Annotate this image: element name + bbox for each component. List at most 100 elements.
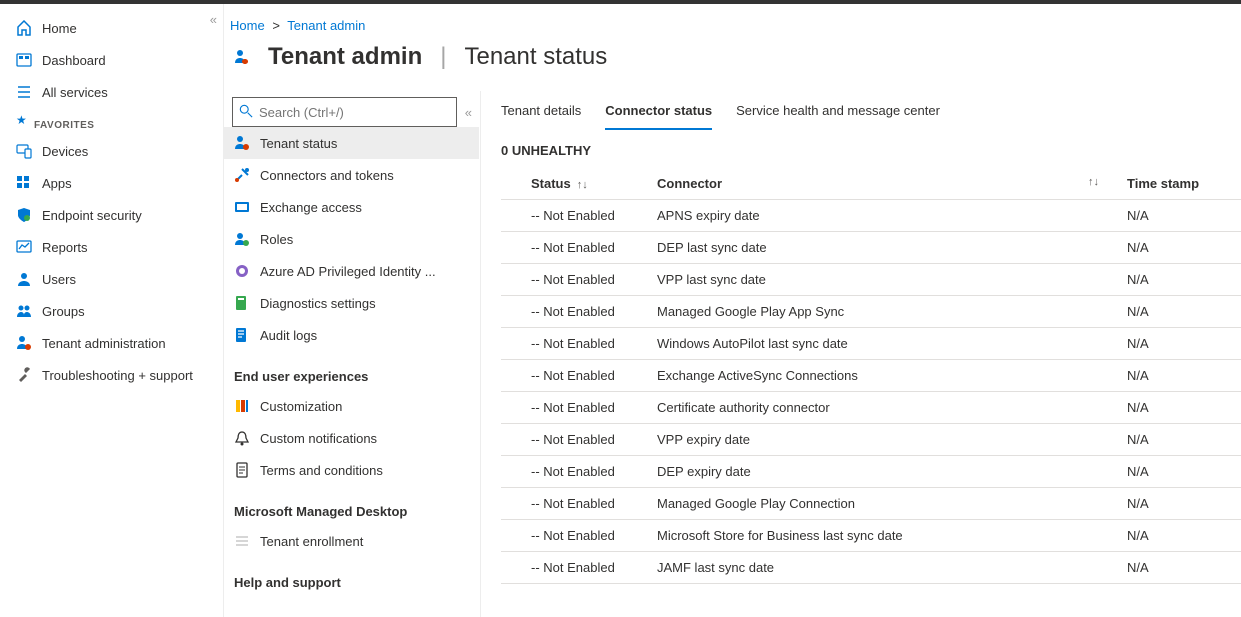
- left-nav: « Home Dashboard All services ★ FAVORITE…: [0, 4, 224, 617]
- dashboard-icon: [16, 52, 32, 68]
- cell-status: -- Not Enabled: [501, 360, 651, 392]
- nav-troubleshooting[interactable]: Troubleshooting + support: [0, 359, 223, 391]
- page-subtitle: Tenant status: [464, 43, 607, 71]
- cell-connector: Managed Google Play Connection: [651, 488, 1121, 520]
- cell-connector: VPP last sync date: [651, 264, 1121, 296]
- page-title: Tenant admin: [268, 43, 422, 71]
- subnav-custom-notifications[interactable]: Custom notifications: [224, 422, 479, 454]
- tab-connector-status[interactable]: Connector status: [605, 97, 712, 130]
- terms-icon: [234, 462, 250, 478]
- content-area: Tenant details Connector status Service …: [481, 91, 1241, 617]
- title-pipe: |: [434, 43, 452, 71]
- nav-tenant-admin[interactable]: Tenant administration: [0, 327, 223, 359]
- sort-icon: ↑↓: [571, 179, 588, 191]
- nav-users[interactable]: Users: [0, 263, 223, 295]
- table-row[interactable]: -- Not EnabledJAMF last sync dateN/A: [501, 552, 1241, 584]
- cell-connector: Windows AutoPilot last sync date: [651, 328, 1121, 360]
- table-row[interactable]: -- Not EnabledVPP expiry dateN/A: [501, 424, 1241, 456]
- cell-status: -- Not Enabled: [501, 456, 651, 488]
- nav-dashboard[interactable]: Dashboard: [0, 44, 223, 76]
- cell-timestamp: N/A: [1121, 552, 1241, 584]
- subnav-azure-pim[interactable]: Azure AD Privileged Identity ...: [224, 255, 479, 287]
- cell-timestamp: N/A: [1121, 264, 1241, 296]
- nav-label: Reports: [42, 240, 88, 255]
- wrench-icon: [16, 367, 32, 383]
- cell-timestamp: N/A: [1121, 328, 1241, 360]
- subnav-audit-logs[interactable]: Audit logs: [224, 319, 479, 351]
- cell-timestamp: N/A: [1121, 488, 1241, 520]
- tab-tenant-details[interactable]: Tenant details: [501, 97, 581, 130]
- nav-label: Users: [42, 272, 76, 287]
- sort-icon: ↑↓: [1082, 176, 1115, 188]
- table-row[interactable]: -- Not EnabledAPNS expiry dateN/A: [501, 200, 1241, 232]
- table-row[interactable]: -- Not EnabledManaged Google Play App Sy…: [501, 296, 1241, 328]
- cell-connector: DEP last sync date: [651, 232, 1121, 264]
- cell-connector: VPP expiry date: [651, 424, 1121, 456]
- tab-service-health[interactable]: Service health and message center: [736, 97, 940, 130]
- nav-apps[interactable]: Apps: [0, 167, 223, 199]
- subnav-terms[interactable]: Terms and conditions: [224, 454, 479, 486]
- nav-endpoint-security[interactable]: Endpoint security: [0, 199, 223, 231]
- nav-label: Endpoint security: [42, 208, 142, 223]
- nav-home[interactable]: Home: [0, 12, 223, 44]
- cell-timestamp: N/A: [1121, 424, 1241, 456]
- subnav-tenant-status[interactable]: Tenant status: [224, 127, 479, 159]
- subnav-label: Customization: [260, 399, 342, 414]
- subnav-label: Custom notifications: [260, 431, 377, 446]
- table-row[interactable]: -- Not EnabledMicrosoft Store for Busine…: [501, 520, 1241, 552]
- th-connector[interactable]: Connector ↑↓: [651, 168, 1121, 200]
- table-row[interactable]: -- Not EnabledDEP last sync dateN/A: [501, 232, 1241, 264]
- exchange-icon: [234, 199, 250, 215]
- cell-timestamp: N/A: [1121, 200, 1241, 232]
- search-input[interactable]: [259, 105, 450, 120]
- subnav-customization[interactable]: Customization: [224, 390, 479, 422]
- subnav-label: Azure AD Privileged Identity ...: [260, 264, 436, 279]
- table-row[interactable]: -- Not EnabledDEP expiry dateN/A: [501, 456, 1241, 488]
- audit-logs-icon: [234, 327, 250, 343]
- subnav-connectors[interactable]: Connectors and tokens: [224, 159, 479, 191]
- subnav-exchange[interactable]: Exchange access: [224, 191, 479, 223]
- nav-reports[interactable]: Reports: [0, 231, 223, 263]
- shield-icon: [16, 207, 32, 223]
- breadcrumb: Home > Tenant admin: [224, 4, 1241, 43]
- collapse-leftnav-icon[interactable]: «: [210, 12, 217, 27]
- th-status[interactable]: Status↑↓: [501, 168, 651, 200]
- all-services-icon: [16, 84, 32, 100]
- table-row[interactable]: -- Not EnabledManaged Google Play Connec…: [501, 488, 1241, 520]
- nav-devices[interactable]: Devices: [0, 135, 223, 167]
- subnav-roles[interactable]: Roles: [224, 223, 479, 255]
- devices-icon: [16, 143, 32, 159]
- cell-connector: APNS expiry date: [651, 200, 1121, 232]
- tenant-status-icon: [234, 135, 250, 151]
- subnav-tenant-enrollment[interactable]: Tenant enrollment: [224, 525, 479, 557]
- bell-icon: [234, 430, 250, 446]
- subnav-label: Tenant status: [260, 136, 337, 151]
- nav-label: Tenant administration: [42, 336, 166, 351]
- connector-table: Status↑↓ Connector ↑↓ Time stamp -- Not …: [501, 168, 1241, 584]
- cell-status: -- Not Enabled: [501, 488, 651, 520]
- cell-timestamp: N/A: [1121, 520, 1241, 552]
- table-row[interactable]: -- Not EnabledWindows AutoPilot last syn…: [501, 328, 1241, 360]
- collapse-subnav-icon[interactable]: «: [465, 105, 472, 120]
- star-icon: ★: [16, 113, 27, 127]
- group-mmd: Microsoft Managed Desktop: [224, 486, 479, 525]
- cell-timestamp: N/A: [1121, 296, 1241, 328]
- cell-connector: JAMF last sync date: [651, 552, 1121, 584]
- search-box[interactable]: [232, 97, 457, 127]
- nav-all-services[interactable]: All services: [0, 76, 223, 108]
- table-row[interactable]: -- Not EnabledCertificate authority conn…: [501, 392, 1241, 424]
- cell-status: -- Not Enabled: [501, 520, 651, 552]
- table-row[interactable]: -- Not EnabledVPP last sync dateN/A: [501, 264, 1241, 296]
- cell-status: -- Not Enabled: [501, 424, 651, 456]
- cell-status: -- Not Enabled: [501, 232, 651, 264]
- nav-groups[interactable]: Groups: [0, 295, 223, 327]
- groups-icon: [16, 303, 32, 319]
- th-timestamp[interactable]: Time stamp: [1121, 168, 1241, 200]
- breadcrumb-home[interactable]: Home: [230, 18, 265, 33]
- subnav-diagnostics[interactable]: Diagnostics settings: [224, 287, 479, 319]
- enrollment-icon: [234, 533, 250, 549]
- breadcrumb-tenant-admin[interactable]: Tenant admin: [287, 18, 365, 33]
- nav-label: Devices: [42, 144, 88, 159]
- cell-timestamp: N/A: [1121, 456, 1241, 488]
- table-row[interactable]: -- Not EnabledExchange ActiveSync Connec…: [501, 360, 1241, 392]
